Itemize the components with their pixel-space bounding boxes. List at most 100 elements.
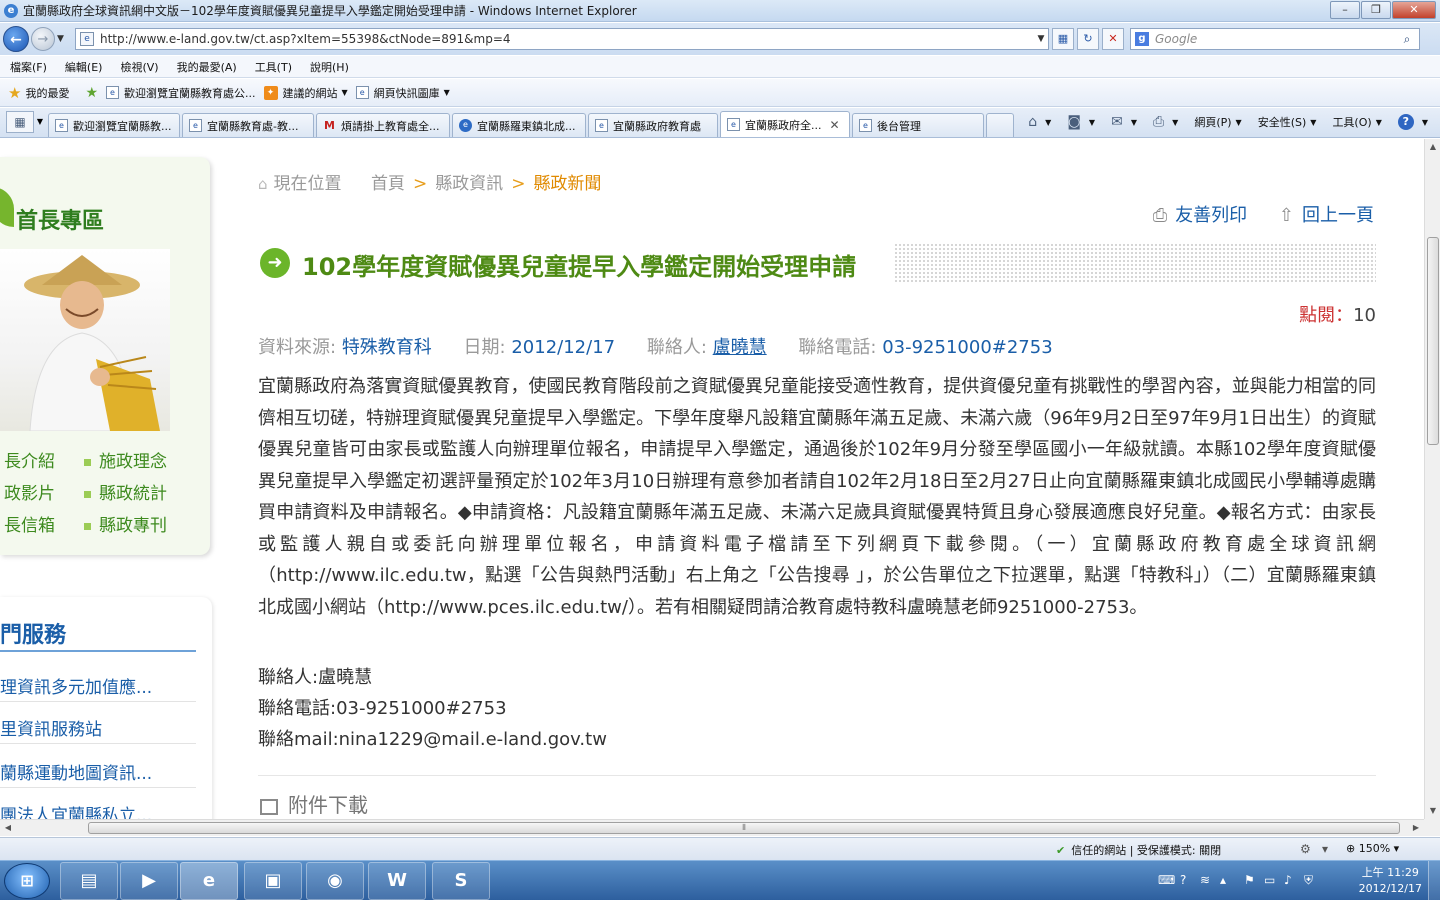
menu-file[interactable]: 檔案(F): [0, 59, 55, 75]
sidebar-link-intro[interactable]: 長介紹: [4, 447, 55, 472]
network-taskbar-icon[interactable]: ▣: [244, 862, 302, 900]
clock[interactable]: 上午 11:29 2012/12/17: [1359, 865, 1422, 897]
favorites-star-icon[interactable]: ★: [8, 84, 21, 102]
menu-tools[interactable]: 工具(T): [245, 59, 300, 75]
maximize-button[interactable]: ❐: [1361, 1, 1391, 19]
search-icon[interactable]: ⌕: [1395, 32, 1419, 47]
sidebar-link-policy[interactable]: 施政理念: [84, 447, 167, 472]
security-zone[interactable]: ✔ 信任的網站 | 受保護模式: 關閉: [1056, 842, 1221, 858]
new-tab-button[interactable]: [986, 113, 1014, 137]
help-button[interactable]: ? ▼: [1397, 114, 1428, 130]
divider: [0, 743, 196, 744]
horizontal-scroll-thumb[interactable]: ⦀: [88, 822, 1400, 834]
menu-help[interactable]: 說明(H): [300, 59, 357, 75]
print-button[interactable]: ⎙ ▼: [1153, 114, 1178, 130]
scroll-right-icon[interactable]: ▶: [1408, 820, 1424, 836]
contact-value[interactable]: 盧曉慧: [713, 337, 767, 358]
feeds-button[interactable]: ◙ ▼: [1067, 114, 1095, 130]
stop-icon[interactable]: ✕: [1102, 28, 1124, 50]
chevron-down-icon[interactable]: ▾: [1322, 842, 1328, 856]
show-desktop-button[interactable]: [1428, 861, 1440, 900]
wifi-icon[interactable]: ≋: [1200, 873, 1210, 887]
service-link-4[interactable]: 團法人宜蘭縣私立...: [0, 801, 196, 819]
word-taskbar-icon[interactable]: W: [368, 862, 426, 900]
back-button[interactable]: ←: [3, 26, 29, 52]
add-favorite-icon[interactable]: ★: [85, 85, 98, 101]
media-player-taskbar-icon[interactable]: ▶: [120, 862, 178, 900]
tab-4[interactable]: e 宜蘭縣羅東鎮北成...: [452, 113, 586, 137]
address-bar[interactable]: e http://www.e-land.gov.tw/ct.asp?xItem=…: [75, 28, 1049, 50]
chevron-down-icon: ▼: [1310, 117, 1317, 127]
sidebar-link-mailbox[interactable]: 長信箱: [4, 511, 55, 536]
friendly-print-link[interactable]: ⎙ 友善列印: [1153, 205, 1247, 226]
close-button[interactable]: ✕: [1392, 1, 1436, 19]
date-value: 2012/12/17: [511, 337, 616, 358]
volume-icon[interactable]: ♪: [1284, 873, 1292, 887]
network-icon[interactable]: ▭: [1264, 873, 1275, 887]
mail-button[interactable]: ✉ ▼: [1111, 114, 1137, 130]
tab-list-dropdown-icon[interactable]: ▼: [34, 111, 46, 133]
leaf-decoration: [0, 187, 14, 227]
tab-5[interactable]: e 宜蘭縣政府教育處: [588, 113, 718, 137]
service-link-1[interactable]: 理資訊多元加值應...: [0, 673, 196, 698]
home-button[interactable]: ⌂ ▼: [1028, 114, 1051, 130]
vertical-scrollbar[interactable]: ▲ ▼: [1424, 139, 1440, 819]
breadcrumb-county-info[interactable]: 縣政資訊: [435, 174, 503, 194]
horizontal-scrollbar[interactable]: ◀ ⦀ ▶: [0, 819, 1424, 836]
tools-menu[interactable]: 工具(O) ▼: [1332, 114, 1381, 130]
article-title-row: ➜ 102學年度資賦優異兒童提早入學鑑定開始受理申請: [258, 243, 1376, 283]
skype-taskbar-icon[interactable]: S: [432, 862, 490, 900]
privacy-icon[interactable]: ⚙: [1300, 842, 1311, 856]
security-tray-icon[interactable]: ⛨: [1304, 873, 1313, 888]
refresh-icon[interactable]: ↻: [1077, 28, 1099, 50]
breadcrumb: ⌂ 現在位置 首頁 > 縣政資訊 > 縣政新聞: [258, 169, 601, 194]
breadcrumb-home[interactable]: 首頁: [371, 174, 405, 194]
service-link-3[interactable]: 蘭縣運動地圖資訊...: [0, 759, 196, 784]
keyboard-icon[interactable]: ⌨: [1158, 873, 1175, 887]
service-link-2[interactable]: 里資訊服務站: [0, 715, 196, 740]
popular-services-title: 門服務: [0, 623, 67, 648]
search-box[interactable]: g Google ⌕: [1130, 28, 1420, 50]
search-placeholder[interactable]: Google: [1155, 32, 1395, 46]
safety-menu[interactable]: 安全性(S) ▼: [1258, 114, 1317, 130]
compatibility-view-icon[interactable]: ▦: [1052, 28, 1074, 50]
menu-favorites[interactable]: 我的最愛(A): [167, 59, 245, 75]
sidebar-link-statistics[interactable]: 縣政統計: [84, 479, 167, 504]
start-button[interactable]: ⊞: [4, 863, 50, 899]
favorites-button[interactable]: 我的最愛: [25, 85, 69, 101]
forward-button[interactable]: →: [31, 27, 55, 51]
sidebar-link-journal[interactable]: 縣政專刊: [84, 511, 167, 536]
sidebar-link-videos[interactable]: 政影片: [4, 479, 55, 504]
tab-1[interactable]: e 歡迎瀏覽宜蘭縣教...: [48, 113, 180, 137]
chrome-taskbar-icon[interactable]: ◉: [306, 862, 364, 900]
menu-view[interactable]: 檢視(V): [110, 59, 166, 75]
url-text[interactable]: http://www.e-land.gov.tw/ct.asp?xItem=55…: [100, 32, 1034, 46]
scroll-left-icon[interactable]: ◀: [0, 820, 16, 836]
suggested-sites-link[interactable]: ✦ 建議的網站 ▼: [263, 85, 348, 101]
internet-explorer-taskbar-icon[interactable]: e: [180, 862, 238, 900]
tab-3[interactable]: M 煩請掛上教育處全...: [316, 113, 450, 137]
vertical-scroll-thumb[interactable]: [1427, 237, 1439, 445]
history-dropdown-icon[interactable]: ▼: [57, 34, 69, 44]
tab-6-active[interactable]: e 宜蘭縣政府全... ✕: [720, 111, 850, 137]
url-dropdown-icon[interactable]: ▼: [1034, 34, 1048, 44]
menu-edit[interactable]: 編輯(E): [55, 59, 111, 75]
back-link[interactable]: ⇧ 回上一頁: [1279, 205, 1374, 226]
page-menu[interactable]: 網頁(P) ▼: [1194, 114, 1241, 130]
web-slice-gallery-link[interactable]: e 網頁快訊圖庫 ▼: [355, 85, 450, 101]
zoom-level[interactable]: ⊕ 150% ▾: [1346, 842, 1399, 855]
scroll-up-icon[interactable]: ▲: [1425, 139, 1440, 155]
tab-7[interactable]: e 後台管理: [852, 113, 984, 137]
scroll-down-icon[interactable]: ▼: [1425, 803, 1440, 819]
tab-2[interactable]: e 宜蘭縣教育處-教...: [182, 113, 314, 137]
close-tab-icon[interactable]: ✕: [830, 118, 840, 132]
minimize-button[interactable]: –: [1330, 1, 1360, 19]
favorite-link-education[interactable]: e 歡迎瀏覽宜蘭縣教育處公...: [106, 85, 256, 101]
explorer-taskbar-icon[interactable]: ▤: [60, 862, 118, 900]
help-tray-icon[interactable]: ?: [1180, 873, 1186, 887]
quick-tabs-icon[interactable]: ▦: [6, 111, 34, 133]
action-center-icon[interactable]: ⚑: [1244, 873, 1255, 887]
breadcrumb-county-news[interactable]: 縣政新聞: [533, 174, 601, 194]
page-icon: e: [55, 119, 68, 132]
show-hidden-icons-icon[interactable]: ▴: [1220, 873, 1226, 887]
